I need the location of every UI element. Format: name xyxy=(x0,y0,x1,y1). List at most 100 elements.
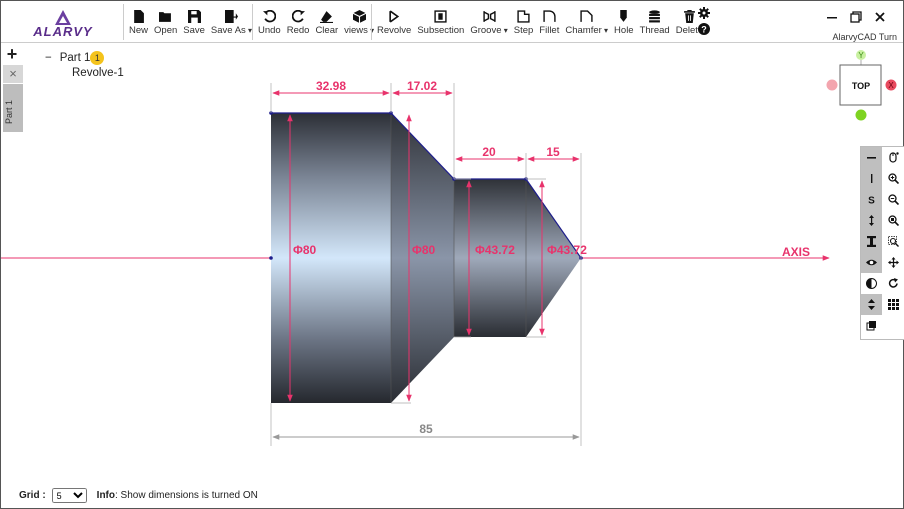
contrast-icon xyxy=(866,278,877,289)
grid-select[interactable]: 5 xyxy=(51,488,87,503)
zoom-out-icon xyxy=(888,194,899,205)
dash-icon xyxy=(867,157,876,159)
undo-button[interactable]: Undo xyxy=(255,4,284,40)
subsection-button[interactable]: Subsection xyxy=(414,4,467,40)
collapse-icon[interactable]: − xyxy=(45,52,52,64)
vertical-bar-icon xyxy=(871,174,873,183)
tree-part-row[interactable]: − Part 1 1 xyxy=(45,51,124,65)
app-window: ALARVY New Open Save Save As U xyxy=(0,0,904,509)
chamfer-icon xyxy=(580,10,593,22)
revolve-icon xyxy=(389,10,399,23)
revolved-part[interactable] xyxy=(269,111,583,403)
step-icon xyxy=(517,10,530,23)
zoom-in-button[interactable] xyxy=(883,168,904,189)
open-button[interactable]: Open xyxy=(151,4,180,40)
fillet-button[interactable]: Fillet xyxy=(536,4,562,40)
pan-icon xyxy=(888,257,899,268)
eraser-icon xyxy=(320,11,334,23)
spline-button[interactable]: S xyxy=(861,189,882,210)
settings-column: ? xyxy=(698,5,714,39)
zoom-out-button[interactable] xyxy=(883,189,904,210)
rotate-icon xyxy=(888,278,898,288)
zoom-window-button[interactable] xyxy=(883,231,904,252)
dim-32-98: 32.98 xyxy=(272,79,390,96)
close-part-tab-button[interactable]: × xyxy=(3,65,23,83)
axis-label: AXIS xyxy=(782,245,810,259)
fillet-icon xyxy=(543,10,556,22)
subsection-icon xyxy=(434,10,447,23)
dim-overall-85: 85 xyxy=(272,422,580,440)
add-part-button[interactable]: + xyxy=(3,45,21,64)
neg-x-ball-icon[interactable] xyxy=(826,79,838,91)
grid-icon xyxy=(888,299,899,310)
step-button[interactable]: Step xyxy=(511,4,537,40)
app-title: AlarvyCAD Turn xyxy=(832,32,897,42)
new-file-icon xyxy=(134,10,144,23)
undo-icon xyxy=(262,10,276,23)
info-text: : Show dimensions is turned ON xyxy=(115,490,258,501)
view-tools-col-2 xyxy=(883,147,904,315)
zoom-fit-icon xyxy=(888,215,899,226)
mouse-icon xyxy=(889,152,899,163)
s-curve-icon: S xyxy=(868,196,875,206)
pan-button[interactable] xyxy=(883,252,904,273)
zoom-window-icon xyxy=(888,236,899,247)
zoom-in-icon xyxy=(888,173,899,184)
vertical-dim-button[interactable] xyxy=(861,210,882,231)
horizontal-line-button[interactable] xyxy=(861,147,882,168)
hole-icon xyxy=(620,10,628,22)
groove-icon xyxy=(482,11,496,22)
zoom-fit-button[interactable] xyxy=(883,210,904,231)
save-button[interactable]: Save xyxy=(180,4,208,40)
feature-count-badge: 1 xyxy=(90,51,105,65)
chamfer-button[interactable]: Chamfer xyxy=(562,4,611,40)
vertical-line-button[interactable] xyxy=(861,168,882,189)
groove-button[interactable]: Groove xyxy=(467,4,510,40)
mouse-mode-button[interactable] xyxy=(883,147,904,168)
gear-icon[interactable] xyxy=(698,7,710,19)
snapshot-icon xyxy=(866,321,876,331)
grid-toggle-button[interactable] xyxy=(883,294,904,315)
svg-text:TOP: TOP xyxy=(852,81,870,91)
i-beam-button[interactable] xyxy=(861,231,882,252)
restore-icon[interactable] xyxy=(849,10,863,24)
folder-open-icon xyxy=(159,12,172,22)
neg-y-ball-icon[interactable] xyxy=(855,109,867,121)
redo-button[interactable]: Redo xyxy=(284,4,313,40)
save-as-button[interactable]: Save As xyxy=(208,4,255,40)
snapshot-button[interactable] xyxy=(861,315,882,336)
clear-button[interactable]: Clear xyxy=(312,4,341,40)
viewport-canvas[interactable]: AXIS 32.98 17.02 20 15 85 Φ80 Φ80 Φ43.72… xyxy=(1,43,903,483)
alarvy-logo: ALARVY xyxy=(32,10,92,38)
svg-text:Φ80: Φ80 xyxy=(412,243,436,257)
svg-text:85: 85 xyxy=(419,422,433,436)
visibility-button[interactable] xyxy=(861,252,882,273)
view-tools-col-1: S xyxy=(861,147,882,336)
svg-text:17.02: 17.02 xyxy=(407,79,437,93)
vertical-arrows-icon xyxy=(869,215,874,226)
features-group: Revolve Subsection Groove Step Fillet Ch… xyxy=(371,4,706,40)
minimize-icon[interactable] xyxy=(825,10,839,24)
status-bar: Grid : 5 Info : Show dimensions is turne… xyxy=(19,488,258,503)
trash-icon xyxy=(684,10,695,23)
hole-button[interactable]: Hole xyxy=(611,4,637,40)
contrast-button[interactable] xyxy=(861,273,882,294)
tree-feature-revolve[interactable]: Revolve-1 xyxy=(72,67,124,79)
feature-tree: − Part 1 1 Revolve-1 xyxy=(45,51,124,79)
thread-button[interactable]: Thread xyxy=(637,4,673,40)
view-cube[interactable]: Y TOP X xyxy=(824,47,902,123)
part-tab[interactable]: Part 1 xyxy=(3,84,23,132)
help-icon[interactable]: ? xyxy=(698,23,710,35)
new-button[interactable]: New xyxy=(126,4,151,40)
svg-text:Y: Y xyxy=(858,51,864,60)
revolve-button[interactable]: Revolve xyxy=(374,4,414,40)
rotate-button[interactable] xyxy=(883,273,904,294)
svg-text:20: 20 xyxy=(482,145,496,159)
svg-text:Φ43.72: Φ43.72 xyxy=(475,243,515,257)
svg-text:S: S xyxy=(868,196,875,206)
tree-part-label[interactable]: Part 1 xyxy=(60,52,91,64)
save-icon xyxy=(187,10,201,23)
file-group: New Open Save Save As xyxy=(123,4,255,40)
close-icon[interactable] xyxy=(873,10,887,24)
expand-button[interactable] xyxy=(861,294,882,315)
